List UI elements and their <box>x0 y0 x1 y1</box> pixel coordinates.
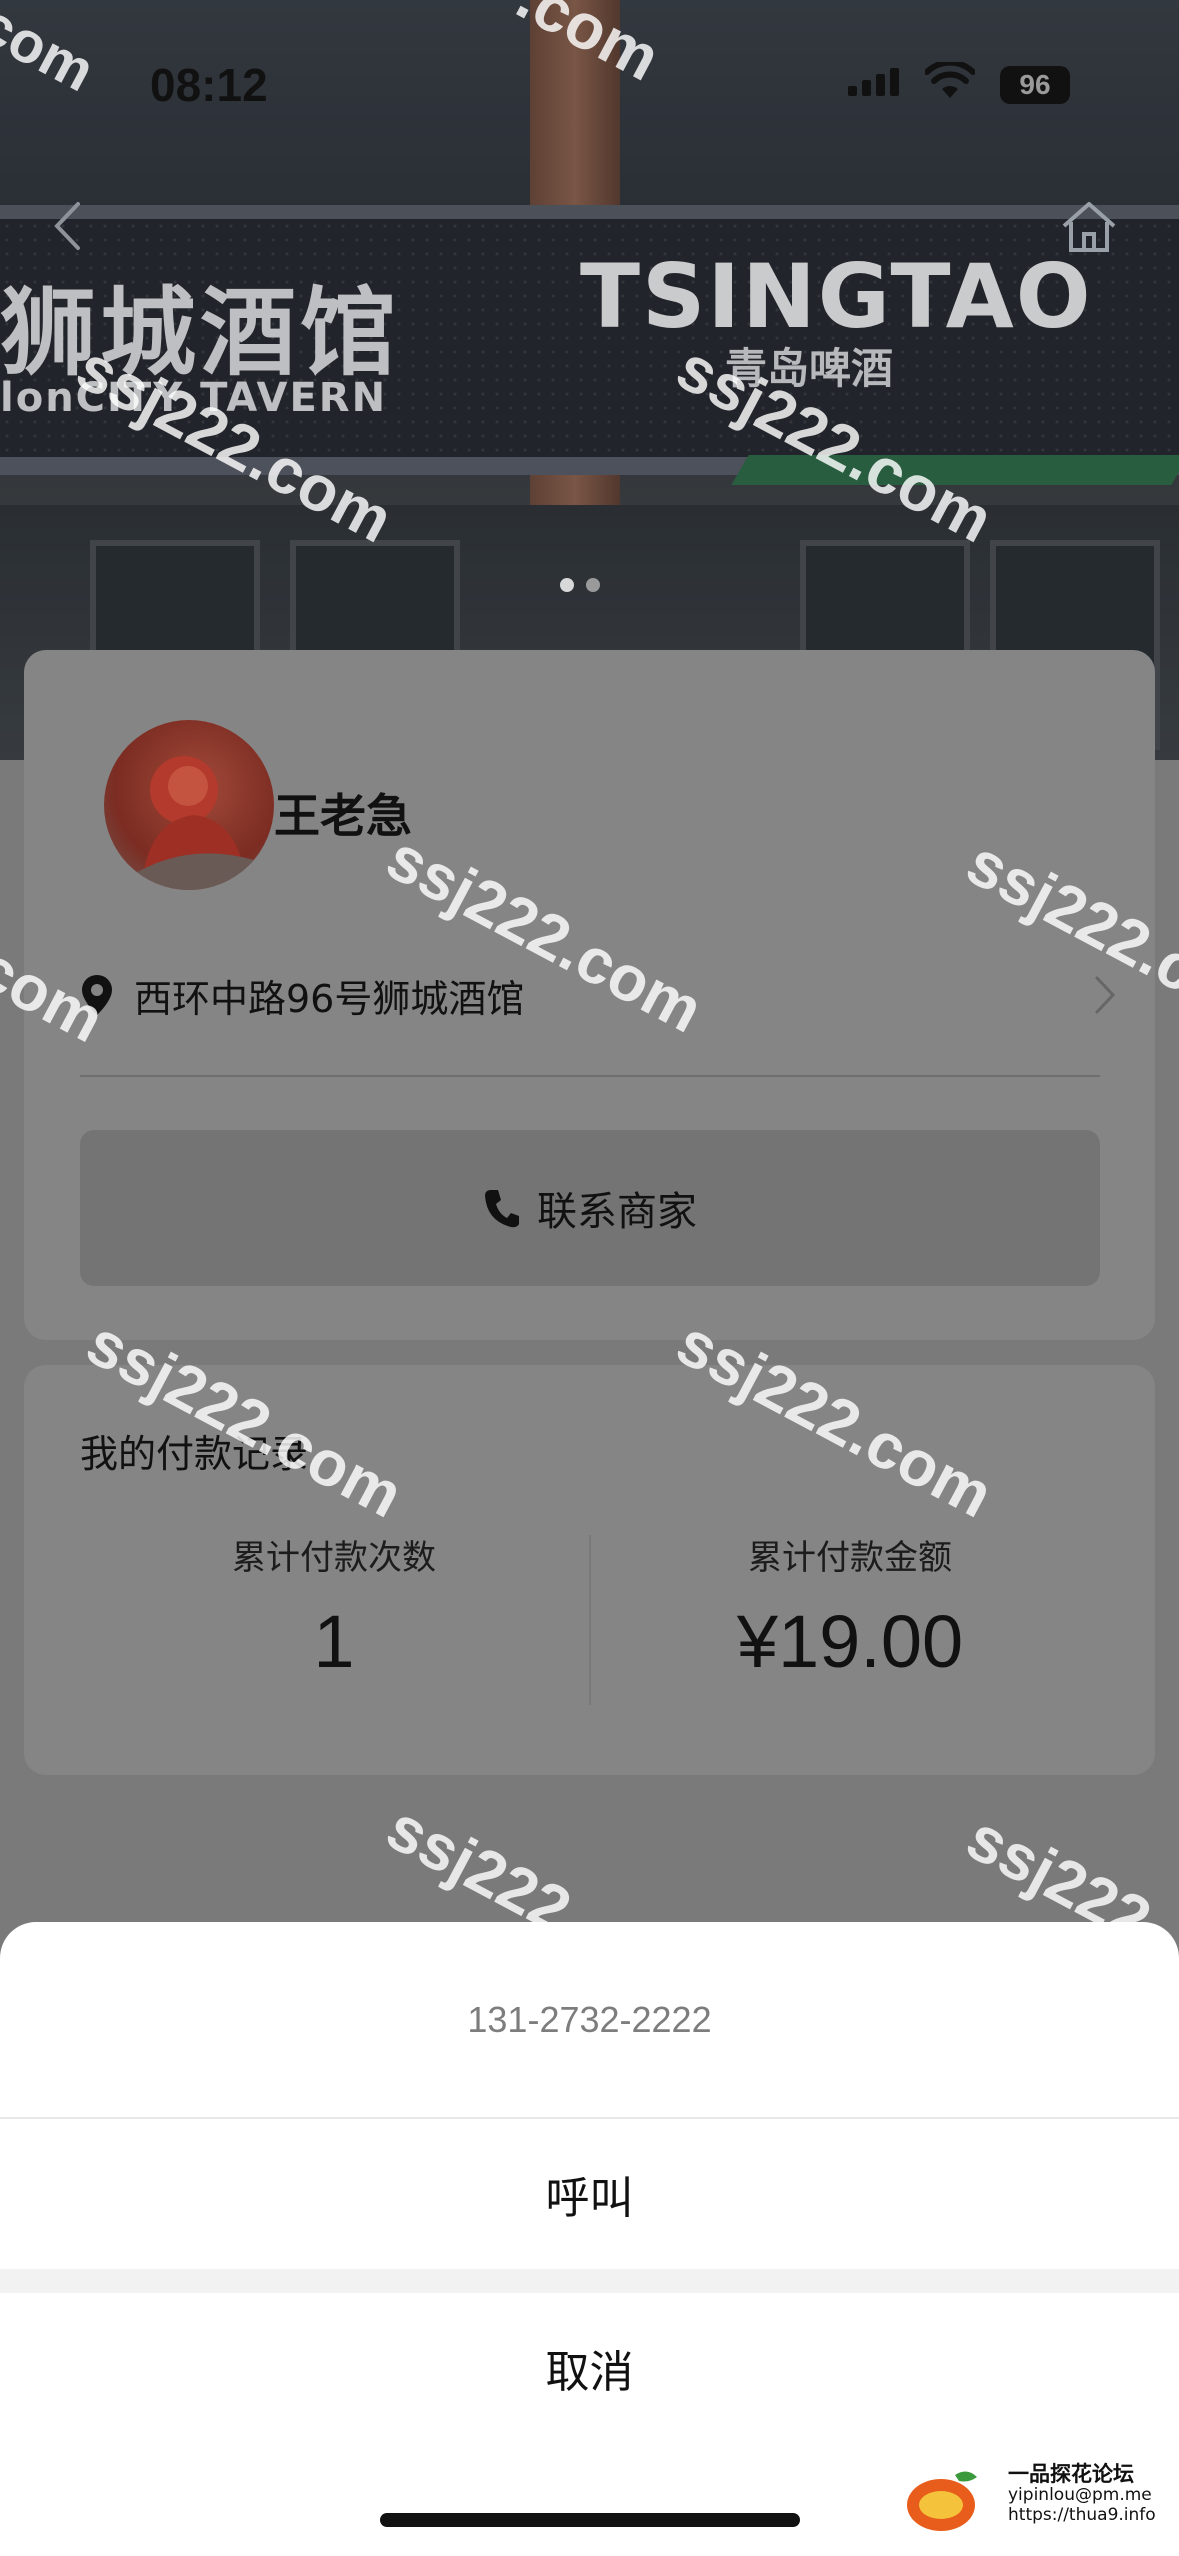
forum-email: yipinlou@pm.me <box>1008 2485 1152 2506</box>
payment-count-label: 累计付款次数 <box>232 1538 436 1578</box>
phone-number: 131-2732-2222 <box>467 1998 712 2040</box>
home-icon[interactable] <box>1058 198 1120 256</box>
status-time: 08:12 <box>150 59 268 111</box>
forum-watermark: 一品探花论坛 yipinlou@pm.me https://thua9.info <box>1008 2462 1156 2525</box>
merchant-name: 王老急 <box>274 789 412 843</box>
merchant-avatar <box>104 720 274 890</box>
sheet-separator <box>0 2269 1179 2293</box>
back-arrow-icon[interactable] <box>52 200 82 252</box>
payment-count-value: 1 <box>313 1600 355 1683</box>
chevron-right-icon <box>1095 976 1116 1014</box>
contact-merchant-label: 联系商家 <box>537 1189 697 1235</box>
payment-amount-stat: 累计付款金额 ¥19.00 <box>590 1530 1110 1684</box>
payment-count-stat: 累计付款次数 1 <box>74 1530 594 1684</box>
carousel-dot <box>560 578 574 592</box>
battery-indicator: 96 <box>1000 66 1070 104</box>
phone-icon <box>485 1190 519 1228</box>
forum-logo-icon <box>907 2471 977 2531</box>
cellular-signal-icon <box>848 68 899 96</box>
forum-url: https://thua9.info <box>1008 2504 1156 2525</box>
carousel-indicator <box>560 578 600 592</box>
forum-name: 一品探花论坛 <box>1008 2462 1134 2486</box>
carousel-dot <box>586 578 600 592</box>
home-indicator[interactable] <box>380 2513 800 2527</box>
call-action-sheet: 131-2732-2222 呼叫 取消 <box>0 1922 1179 2556</box>
wifi-icon <box>925 62 975 98</box>
lion-logo-icon <box>124 756 254 890</box>
call-button[interactable]: 呼叫 <box>0 2119 1179 2269</box>
cancel-button[interactable]: 取消 <box>0 2293 1179 2443</box>
contact-merchant-button[interactable]: 联系商家 <box>80 1130 1100 1286</box>
payment-amount-label: 累计付款金额 <box>748 1538 952 1578</box>
payment-amount-value: ¥19.00 <box>736 1600 964 1683</box>
divider <box>80 1075 1100 1077</box>
